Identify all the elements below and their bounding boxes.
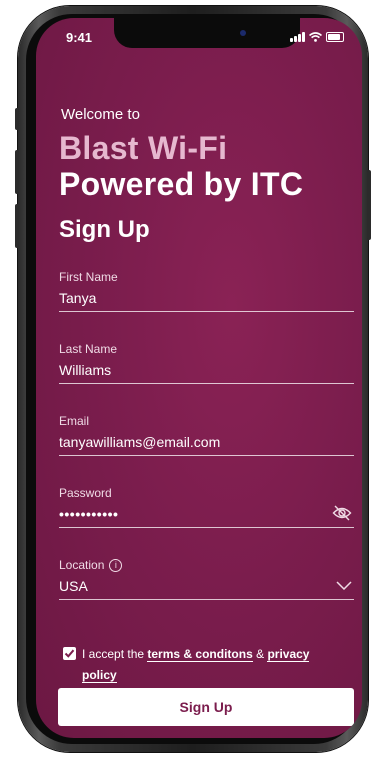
silent-switch: [15, 108, 19, 130]
last-name-label: Last Name: [59, 342, 118, 356]
volume-up-button: [15, 150, 19, 194]
location-label: Location: [59, 558, 105, 572]
brand-tagline: Powered by ITC: [59, 166, 304, 202]
email-field[interactable]: Email tanyawilliams@email.com: [59, 414, 354, 456]
password-label: Password: [59, 486, 112, 500]
email-input[interactable]: tanyawilliams@email.com: [59, 434, 354, 450]
first-name-field[interactable]: First Name Tanya: [59, 270, 354, 312]
first-name-input[interactable]: Tanya: [59, 290, 354, 306]
chevron-down-icon[interactable]: [336, 581, 352, 590]
terms-agreement: I accept the terms & conditons & privacy…: [63, 644, 353, 686]
privacy-link-part2[interactable]: policy: [82, 668, 117, 683]
last-name-field[interactable]: Last Name Williams: [59, 342, 354, 384]
camera-icon: [240, 30, 246, 36]
location-label-row: Location i: [59, 558, 354, 572]
password-field[interactable]: Password •••••••••••: [59, 486, 354, 528]
location-select[interactable]: USA: [59, 578, 354, 594]
wifi-icon: [309, 32, 322, 42]
brand-name: Blast Wi-Fi: [59, 130, 228, 166]
terms-ampersand: &: [256, 647, 265, 661]
eye-slash-icon[interactable]: [332, 505, 352, 521]
last-name-input[interactable]: Williams: [59, 362, 354, 378]
signal-icon: [290, 32, 305, 42]
status-icons: [290, 32, 344, 42]
phone-notch: [114, 18, 300, 48]
sign-up-button[interactable]: Sign Up: [58, 688, 354, 726]
first-name-label: First Name: [59, 270, 118, 284]
checkmark-icon: [64, 649, 75, 658]
email-label: Email: [59, 414, 90, 428]
terms-prefix: I accept the: [82, 647, 145, 661]
terms-checkbox[interactable]: [63, 647, 76, 660]
status-time: 9:41: [66, 30, 93, 45]
page-title: Sign Up: [59, 216, 150, 243]
volume-down-button: [15, 204, 19, 248]
password-input[interactable]: •••••••••••: [59, 506, 354, 522]
power-button: [367, 170, 371, 240]
privacy-link-part1[interactable]: privacy: [267, 647, 310, 662]
welcome-text: Welcome to: [61, 106, 140, 123]
info-icon[interactable]: i: [109, 558, 123, 572]
battery-icon: [326, 32, 344, 42]
location-field[interactable]: Location i USA: [59, 558, 354, 600]
terms-link[interactable]: terms & conditons: [147, 647, 253, 662]
app-screen: 9:41 Welcome to Blast Wi-Fi Powered by I…: [36, 18, 362, 738]
